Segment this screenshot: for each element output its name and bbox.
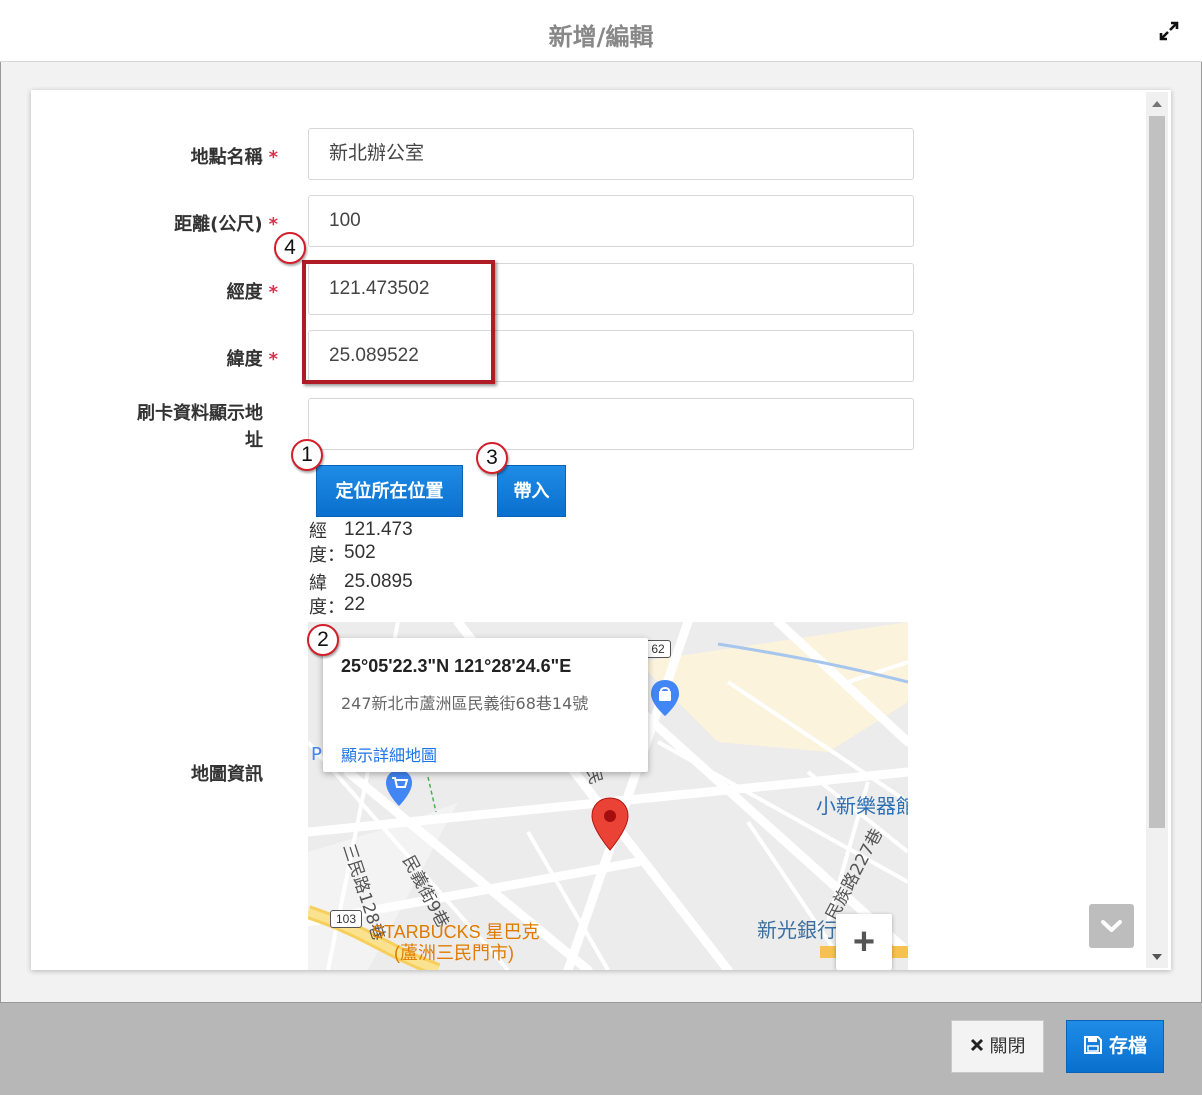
display-address-input[interactable]: [308, 398, 914, 450]
zoom-in-button[interactable]: +: [836, 914, 892, 970]
save-icon: [1083, 1035, 1102, 1054]
apply-button[interactable]: 帶入: [497, 465, 566, 517]
required-mark: *: [268, 282, 278, 303]
dialog-header: 新增/編輯: [0, 0, 1202, 62]
close-icon: [970, 1038, 983, 1052]
poi-label: P: [311, 744, 322, 765]
lng-value: 502: [344, 542, 376, 563]
chevron-down-icon: [1101, 920, 1122, 932]
route-badge: 103: [330, 910, 362, 928]
save-label: 存檔: [1108, 1035, 1147, 1057]
locate-current-position-button[interactable]: 定位所在位置: [316, 465, 463, 517]
lat-key: 緯: [309, 573, 327, 594]
expand-icon[interactable]: [1158, 20, 1180, 42]
callout-badge: 2: [307, 624, 339, 656]
scroll-thumb[interactable]: [1149, 116, 1165, 828]
view-larger-map-link[interactable]: 顯示詳細地圖: [341, 742, 437, 766]
distance-label: 距離(公尺) *: [174, 214, 278, 235]
longitude-label: 經度 *: [226, 282, 278, 303]
scroll-to-bottom-button[interactable]: [1089, 904, 1134, 948]
callout-badge: 1: [291, 439, 323, 471]
shopping-icon: [651, 680, 679, 716]
location-marker-icon: [591, 797, 629, 851]
close-button[interactable]: 關閉: [951, 1020, 1044, 1073]
highlight-box: [302, 260, 495, 384]
location-name-label: 地點名稱 *: [190, 147, 278, 168]
scroll-up-arrow-icon[interactable]: [1152, 101, 1162, 107]
starbucks-label: STARBUCKS 星巴克 (蘆洲三民門市): [372, 922, 540, 963]
info-coordinates: 25°05'22.3"N 121°28'24.6"E: [341, 656, 572, 676]
info-address: 247新北市蘆洲區民義街68巷14號: [341, 694, 589, 713]
shopping-cart-icon: [386, 770, 412, 806]
lng-key: 度：: [309, 545, 345, 566]
callout-badge: 3: [476, 442, 508, 474]
required-mark: *: [268, 349, 278, 370]
close-label: 關閉: [989, 1036, 1026, 1057]
location-name-input[interactable]: 新北辦公室: [308, 128, 914, 180]
callout-badge: 4: [274, 232, 306, 264]
panel-scrollbar[interactable]: [1146, 92, 1168, 968]
lat-value: 25.0895: [344, 571, 413, 592]
lat-key: 度：: [309, 597, 345, 618]
save-button[interactable]: 存檔: [1066, 1020, 1164, 1073]
required-mark: *: [268, 147, 278, 168]
required-mark: *: [268, 214, 278, 235]
map-view[interactable]: 62 三民路128巷 民義街9巷 民族路227巷 民 小新樂器館 新光銀行街 S…: [308, 622, 908, 970]
scroll-down-arrow-icon[interactable]: [1152, 954, 1162, 960]
map-info-window: 25°05'22.3"N 121°28'24.6"E 247新北市蘆洲區民義街6…: [323, 638, 648, 772]
map-info-label: 地圖資訊: [191, 764, 263, 785]
lng-value: 121.473: [344, 519, 413, 540]
latitude-label: 緯度 *: [226, 349, 278, 370]
display-address-label: 刷卡資料顯示地 址: [137, 403, 263, 451]
route-badge: 62: [645, 640, 671, 658]
plus-icon: +: [852, 921, 876, 963]
lng-key: 經: [309, 521, 327, 542]
dialog-title: 新增/編輯: [548, 23, 654, 51]
distance-input[interactable]: 100: [308, 195, 914, 247]
form-panel: 地點名稱 * 新北辦公室 距離(公尺) * 100 經度 * 121.473502 緯…: [31, 90, 1171, 970]
poi-label: 小新樂器館: [816, 794, 908, 818]
lat-value: 22: [344, 594, 366, 615]
